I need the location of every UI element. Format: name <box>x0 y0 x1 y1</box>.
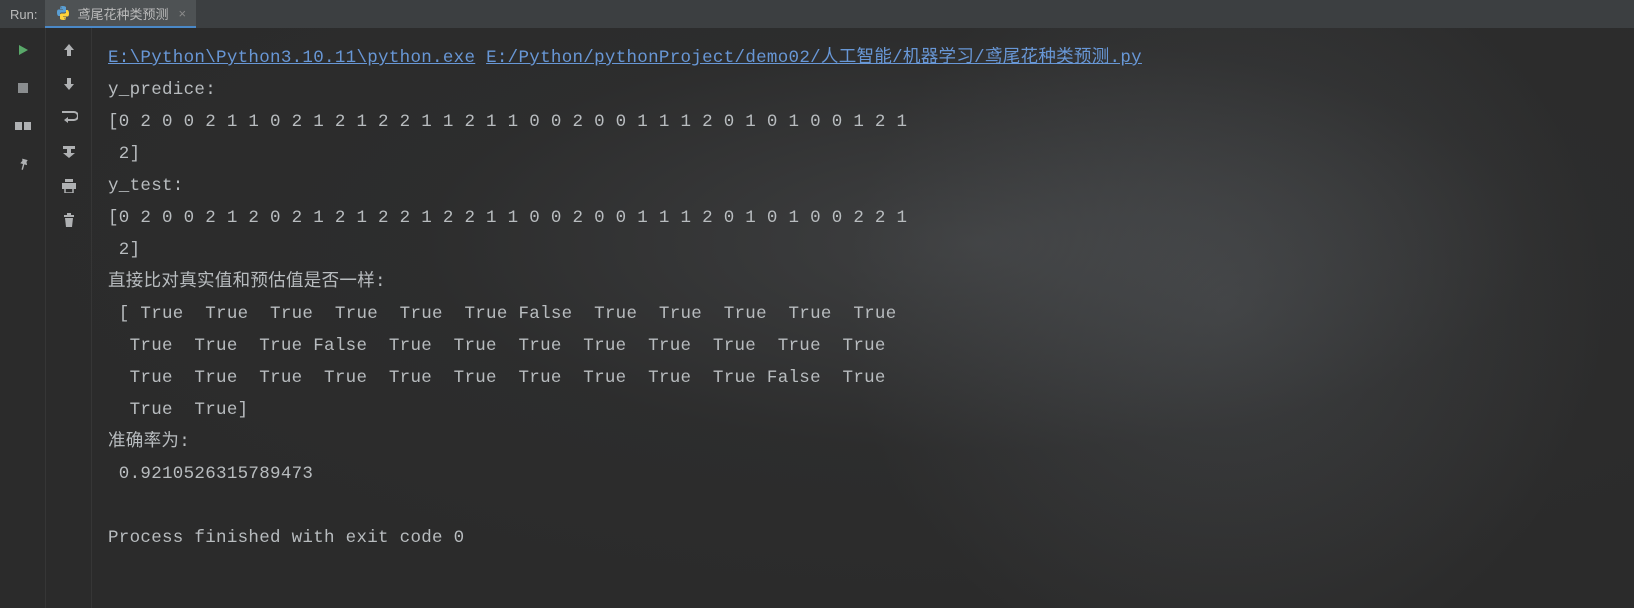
run-tab-bar: Run: 鸢尾花种类预测 × <box>0 0 1634 28</box>
output-line: y_test: <box>108 176 184 196</box>
soft-wrap-icon[interactable] <box>59 108 79 128</box>
output-line: y_predice: <box>108 80 216 100</box>
run-tab[interactable]: 鸢尾花种类预测 × <box>45 0 196 28</box>
tab-title: 鸢尾花种类预测 <box>77 4 168 23</box>
output-line: 0.9210526315789473 <box>108 464 313 484</box>
stop-icon[interactable] <box>13 78 33 98</box>
scroll-to-end-icon[interactable] <box>59 142 79 162</box>
output-line: [0 2 0 0 2 1 2 0 2 1 2 1 2 2 1 2 2 1 1 0… <box>108 208 907 228</box>
output-line: Process finished with exit code 0 <box>108 528 464 548</box>
trash-icon[interactable] <box>59 210 79 230</box>
output-line: True True] <box>108 400 248 420</box>
run-tool-label: Run: <box>0 7 45 22</box>
script-path-link[interactable]: E:/Python/pythonProject/demo02/人工智能/机器学习… <box>486 48 1142 68</box>
run-toolbar-left <box>0 28 46 608</box>
layout-icon[interactable] <box>13 116 33 136</box>
python-exe-link[interactable]: E:\Python\Python3.10.11\python.exe <box>108 48 475 68</box>
rerun-icon[interactable] <box>13 40 33 60</box>
output-line: 准确率为: <box>108 432 190 452</box>
output-line: 2] <box>108 144 140 164</box>
output-line: 2] <box>108 240 140 260</box>
output-line: True True True False True True True True… <box>108 336 886 356</box>
output-line: [ True True True True True True False Tr… <box>108 304 897 324</box>
output-line: True True True True True True True True … <box>108 368 886 388</box>
output-line: 直接比对真实值和预估值是否一样: <box>108 272 386 292</box>
output-line: [0 2 0 0 2 1 1 0 2 1 2 1 2 2 1 1 2 1 1 0… <box>108 112 907 132</box>
python-file-icon <box>55 5 71 21</box>
console-toolbar <box>46 28 92 608</box>
console-output[interactable]: E:\Python\Python3.10.11\python.exe E:/Py… <box>92 28 1634 608</box>
scroll-down-icon[interactable] <box>59 74 79 94</box>
print-icon[interactable] <box>59 176 79 196</box>
pin-icon[interactable] <box>13 154 33 174</box>
scroll-up-icon[interactable] <box>59 40 79 60</box>
close-icon[interactable]: × <box>178 6 186 21</box>
